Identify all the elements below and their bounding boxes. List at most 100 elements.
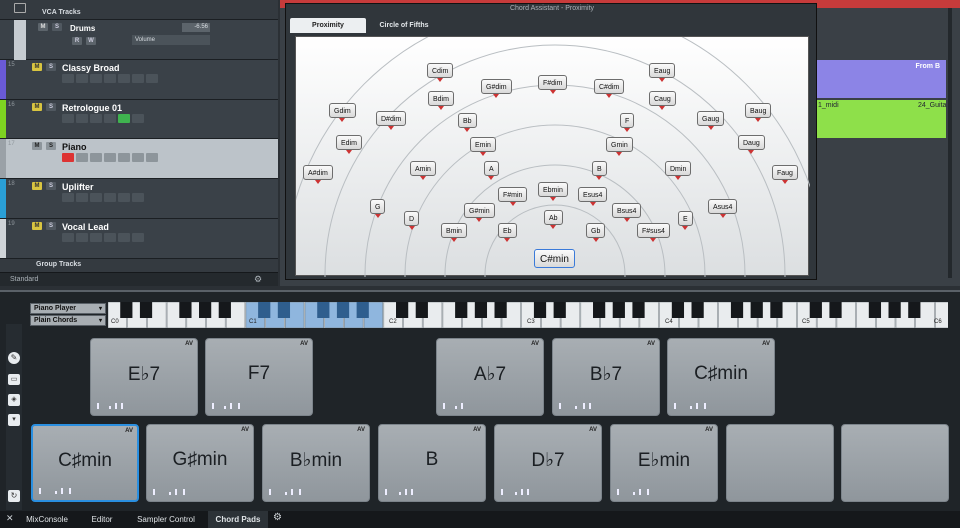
chord-pad-selected[interactable]: AV C♯min <box>31 424 139 502</box>
black-key[interactable] <box>336 302 350 318</box>
chord-button[interactable]: Gaug <box>697 111 725 130</box>
mute-button[interactable]: M <box>32 182 42 190</box>
chord-button[interactable]: Gmin <box>606 137 633 156</box>
set-selector[interactable]: Plain Chords ▾ <box>30 315 106 326</box>
chord-pad[interactable]: AV B♭min <box>262 424 370 502</box>
chord-button[interactable]: Bmin <box>441 223 467 242</box>
black-key[interactable] <box>317 302 330 318</box>
chord-button[interactable]: Ab <box>544 210 563 229</box>
edit-icon[interactable]: ✎ <box>8 352 20 364</box>
tag-icon[interactable]: ◈ <box>8 394 20 406</box>
black-key[interactable] <box>553 302 566 318</box>
mute-button[interactable]: M <box>32 142 42 150</box>
mute-button[interactable]: M <box>38 23 48 31</box>
black-key[interactable] <box>593 302 606 318</box>
track-controls[interactable] <box>62 114 146 125</box>
chord-button[interactable]: D <box>404 211 420 230</box>
black-key[interactable] <box>199 302 212 318</box>
chord-pad-empty[interactable] <box>726 424 834 502</box>
chord-button[interactable]: G <box>370 199 386 218</box>
clip-retrologue[interactable]: 1_midi 24_Guita <box>814 100 946 138</box>
chord-pad[interactable]: AV E♭7 <box>90 338 198 416</box>
black-key[interactable] <box>179 302 192 318</box>
drums-track[interactable]: M S Drums -6.56 R W Volume <box>0 20 278 60</box>
gear-icon[interactable]: ⚙ <box>273 512 282 523</box>
black-key[interactable] <box>809 302 822 318</box>
black-key[interactable] <box>396 302 409 318</box>
track-controls[interactable] <box>62 233 146 244</box>
chord-button[interactable]: B <box>592 161 607 180</box>
chord-button[interactable]: Bb <box>458 113 477 132</box>
tab-editor[interactable]: Editor <box>84 511 120 528</box>
chord-pad[interactable]: AV B♭7 <box>552 338 660 416</box>
group-folder[interactable]: Group Tracks <box>0 259 278 272</box>
solo-button[interactable]: S <box>46 142 56 150</box>
chord-button[interactable]: F <box>620 113 635 132</box>
chord-button[interactable]: F#dim <box>538 75 568 94</box>
chord-button[interactable]: Daug <box>738 135 765 154</box>
clip-classy-broad[interactable]: From B <box>814 60 946 98</box>
black-key[interactable] <box>455 302 468 318</box>
tab-sampler-control[interactable]: Sampler Control <box>132 511 200 528</box>
chord-button[interactable]: F#min <box>498 187 528 206</box>
mute-button[interactable]: M <box>32 63 42 71</box>
close-icon[interactable]: ✕ <box>6 513 14 524</box>
black-key[interactable] <box>868 302 882 318</box>
black-key[interactable] <box>120 302 133 318</box>
chord-pad[interactable]: AV C♯min <box>667 338 775 416</box>
read-button[interactable]: R <box>72 37 82 45</box>
gear-icon[interactable]: ⚙ <box>254 274 262 285</box>
chord-pad[interactable]: AV D♭7 <box>494 424 602 502</box>
solo-button[interactable]: S <box>52 23 62 31</box>
center-chord[interactable]: C#min <box>534 249 575 268</box>
tab-mixconsole[interactable]: MixConsole <box>22 511 72 528</box>
chord-button[interactable]: Gb <box>586 223 606 242</box>
track-retrologue[interactable]: 16 M S Retrologue 01 <box>0 100 278 139</box>
chord-button[interactable]: A#dim <box>303 165 333 184</box>
mute-button[interactable]: M <box>32 103 42 111</box>
black-key[interactable] <box>770 302 783 318</box>
volume-value[interactable]: -6.56 <box>182 23 210 32</box>
black-key[interactable] <box>612 302 625 318</box>
track-controls[interactable] <box>62 193 146 204</box>
solo-button[interactable]: S <box>46 103 56 111</box>
chord-button[interactable]: C#dim <box>594 79 625 98</box>
chord-pad[interactable]: AV F7 <box>205 338 313 416</box>
chord-button[interactable]: A <box>484 161 499 180</box>
chord-pad-empty[interactable] <box>841 424 949 502</box>
black-key[interactable] <box>750 302 763 318</box>
black-key[interactable] <box>258 302 271 318</box>
track-uplifter[interactable]: 18 M S Uplifter <box>0 179 278 219</box>
chord-button[interactable]: Faug <box>772 165 798 184</box>
chord-button[interactable]: Bsus4 <box>612 203 642 222</box>
chord-button[interactable]: G#dim <box>481 79 512 98</box>
chord-button[interactable]: G#min <box>464 203 495 222</box>
player-selector[interactable]: Piano Player ▾ <box>30 303 106 314</box>
chord-button[interactable]: Asus4 <box>708 199 738 218</box>
black-key[interactable] <box>356 302 369 318</box>
solo-button[interactable]: S <box>46 63 56 71</box>
automation-param[interactable]: Volume <box>132 35 210 45</box>
chord-button[interactable]: Caug <box>649 91 676 110</box>
solo-button[interactable]: S <box>46 182 56 190</box>
black-key[interactable] <box>494 302 507 318</box>
chord-pad[interactable]: AV A♭7 <box>436 338 544 416</box>
chord-button[interactable]: Eaug <box>649 63 676 82</box>
black-key[interactable] <box>691 302 704 318</box>
tab-chord-pads[interactable]: Chord Pads <box>208 511 268 528</box>
vertical-scrollbar[interactable] <box>948 8 952 278</box>
track-controls[interactable] <box>62 74 160 85</box>
chord-button[interactable]: Edim <box>336 135 362 154</box>
chord-button[interactable]: E <box>678 211 693 230</box>
piano-keyboard[interactable]: C0 C1 C2 C3 C4 C5 C6 <box>108 302 948 328</box>
tab-circle-of-fifths[interactable]: Circle of Fifths <box>366 18 442 33</box>
chat-icon[interactable]: ▭ <box>8 374 20 385</box>
black-key[interactable] <box>671 302 685 318</box>
chord-pad[interactable]: AV E♭min <box>610 424 718 502</box>
black-key[interactable] <box>908 302 921 318</box>
chord-button[interactable]: Esus4 <box>578 187 608 206</box>
chord-button[interactable]: F#sus4 <box>637 223 670 242</box>
chord-button[interactable]: Cdim <box>427 63 454 82</box>
chord-button[interactable]: Baug <box>745 103 772 122</box>
black-key[interactable] <box>829 302 842 318</box>
